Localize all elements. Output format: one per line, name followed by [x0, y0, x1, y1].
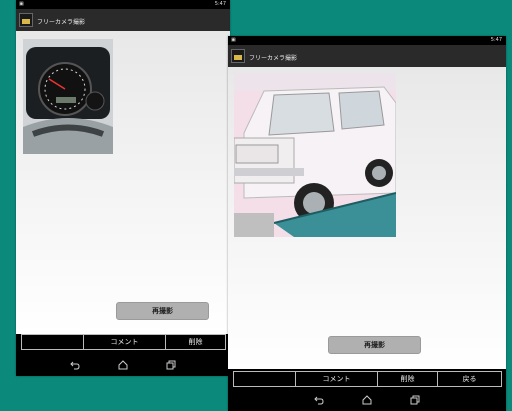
- app-logo-icon: [231, 49, 245, 63]
- speedometer-photo[interactable]: [23, 39, 113, 154]
- status-bar: ▣ 5:47: [16, 0, 230, 9]
- home-icon[interactable]: [362, 395, 372, 405]
- notification-icon: ▣: [231, 37, 236, 43]
- back-icon[interactable]: [70, 360, 80, 370]
- status-bar: ▣ 5:47: [228, 36, 506, 45]
- back-button[interactable]: 戻る: [438, 372, 501, 386]
- action-toolbar: コメント 削除: [21, 334, 226, 350]
- app-logo-icon: [19, 13, 33, 27]
- comment-button[interactable]: コメント: [296, 372, 378, 386]
- back-device-screen: ▣ 5:47 フリーカメラ撮影 再撮影 コメント 削除: [16, 0, 230, 376]
- navigation-bar: [16, 354, 230, 376]
- status-time: 5:47: [214, 1, 226, 7]
- retake-button[interactable]: 再撮影: [116, 302, 209, 320]
- comment-button[interactable]: コメント: [84, 335, 166, 349]
- app-title: フリーカメラ撮影: [37, 19, 86, 26]
- app-bar: フリーカメラ撮影: [16, 9, 230, 31]
- status-time: 5:47: [490, 37, 502, 43]
- toolbar-empty-cell[interactable]: [22, 335, 84, 349]
- main-content: 再撮影: [228, 67, 506, 369]
- navigation-bar: [228, 389, 506, 411]
- recents-icon[interactable]: [166, 360, 176, 370]
- app-title: フリーカメラ撮影: [249, 55, 298, 62]
- action-toolbar: コメント 削除 戻る: [233, 371, 502, 387]
- toolbar-empty-cell[interactable]: [234, 372, 296, 386]
- app-bar: フリーカメラ撮影: [228, 45, 506, 67]
- white-car-photo[interactable]: [234, 73, 396, 237]
- back-icon[interactable]: [314, 395, 324, 405]
- home-icon[interactable]: [118, 360, 128, 370]
- front-device-screen: ▣ 5:47 フリーカメラ撮影 再撮影 コメント 削除 戻る: [228, 36, 506, 411]
- delete-button[interactable]: 削除: [378, 372, 438, 386]
- retake-button[interactable]: 再撮影: [328, 336, 421, 354]
- notification-icon: ▣: [19, 1, 24, 7]
- main-content: 再撮影: [16, 31, 230, 334]
- recents-icon[interactable]: [410, 395, 420, 405]
- delete-button[interactable]: 削除: [166, 335, 225, 349]
